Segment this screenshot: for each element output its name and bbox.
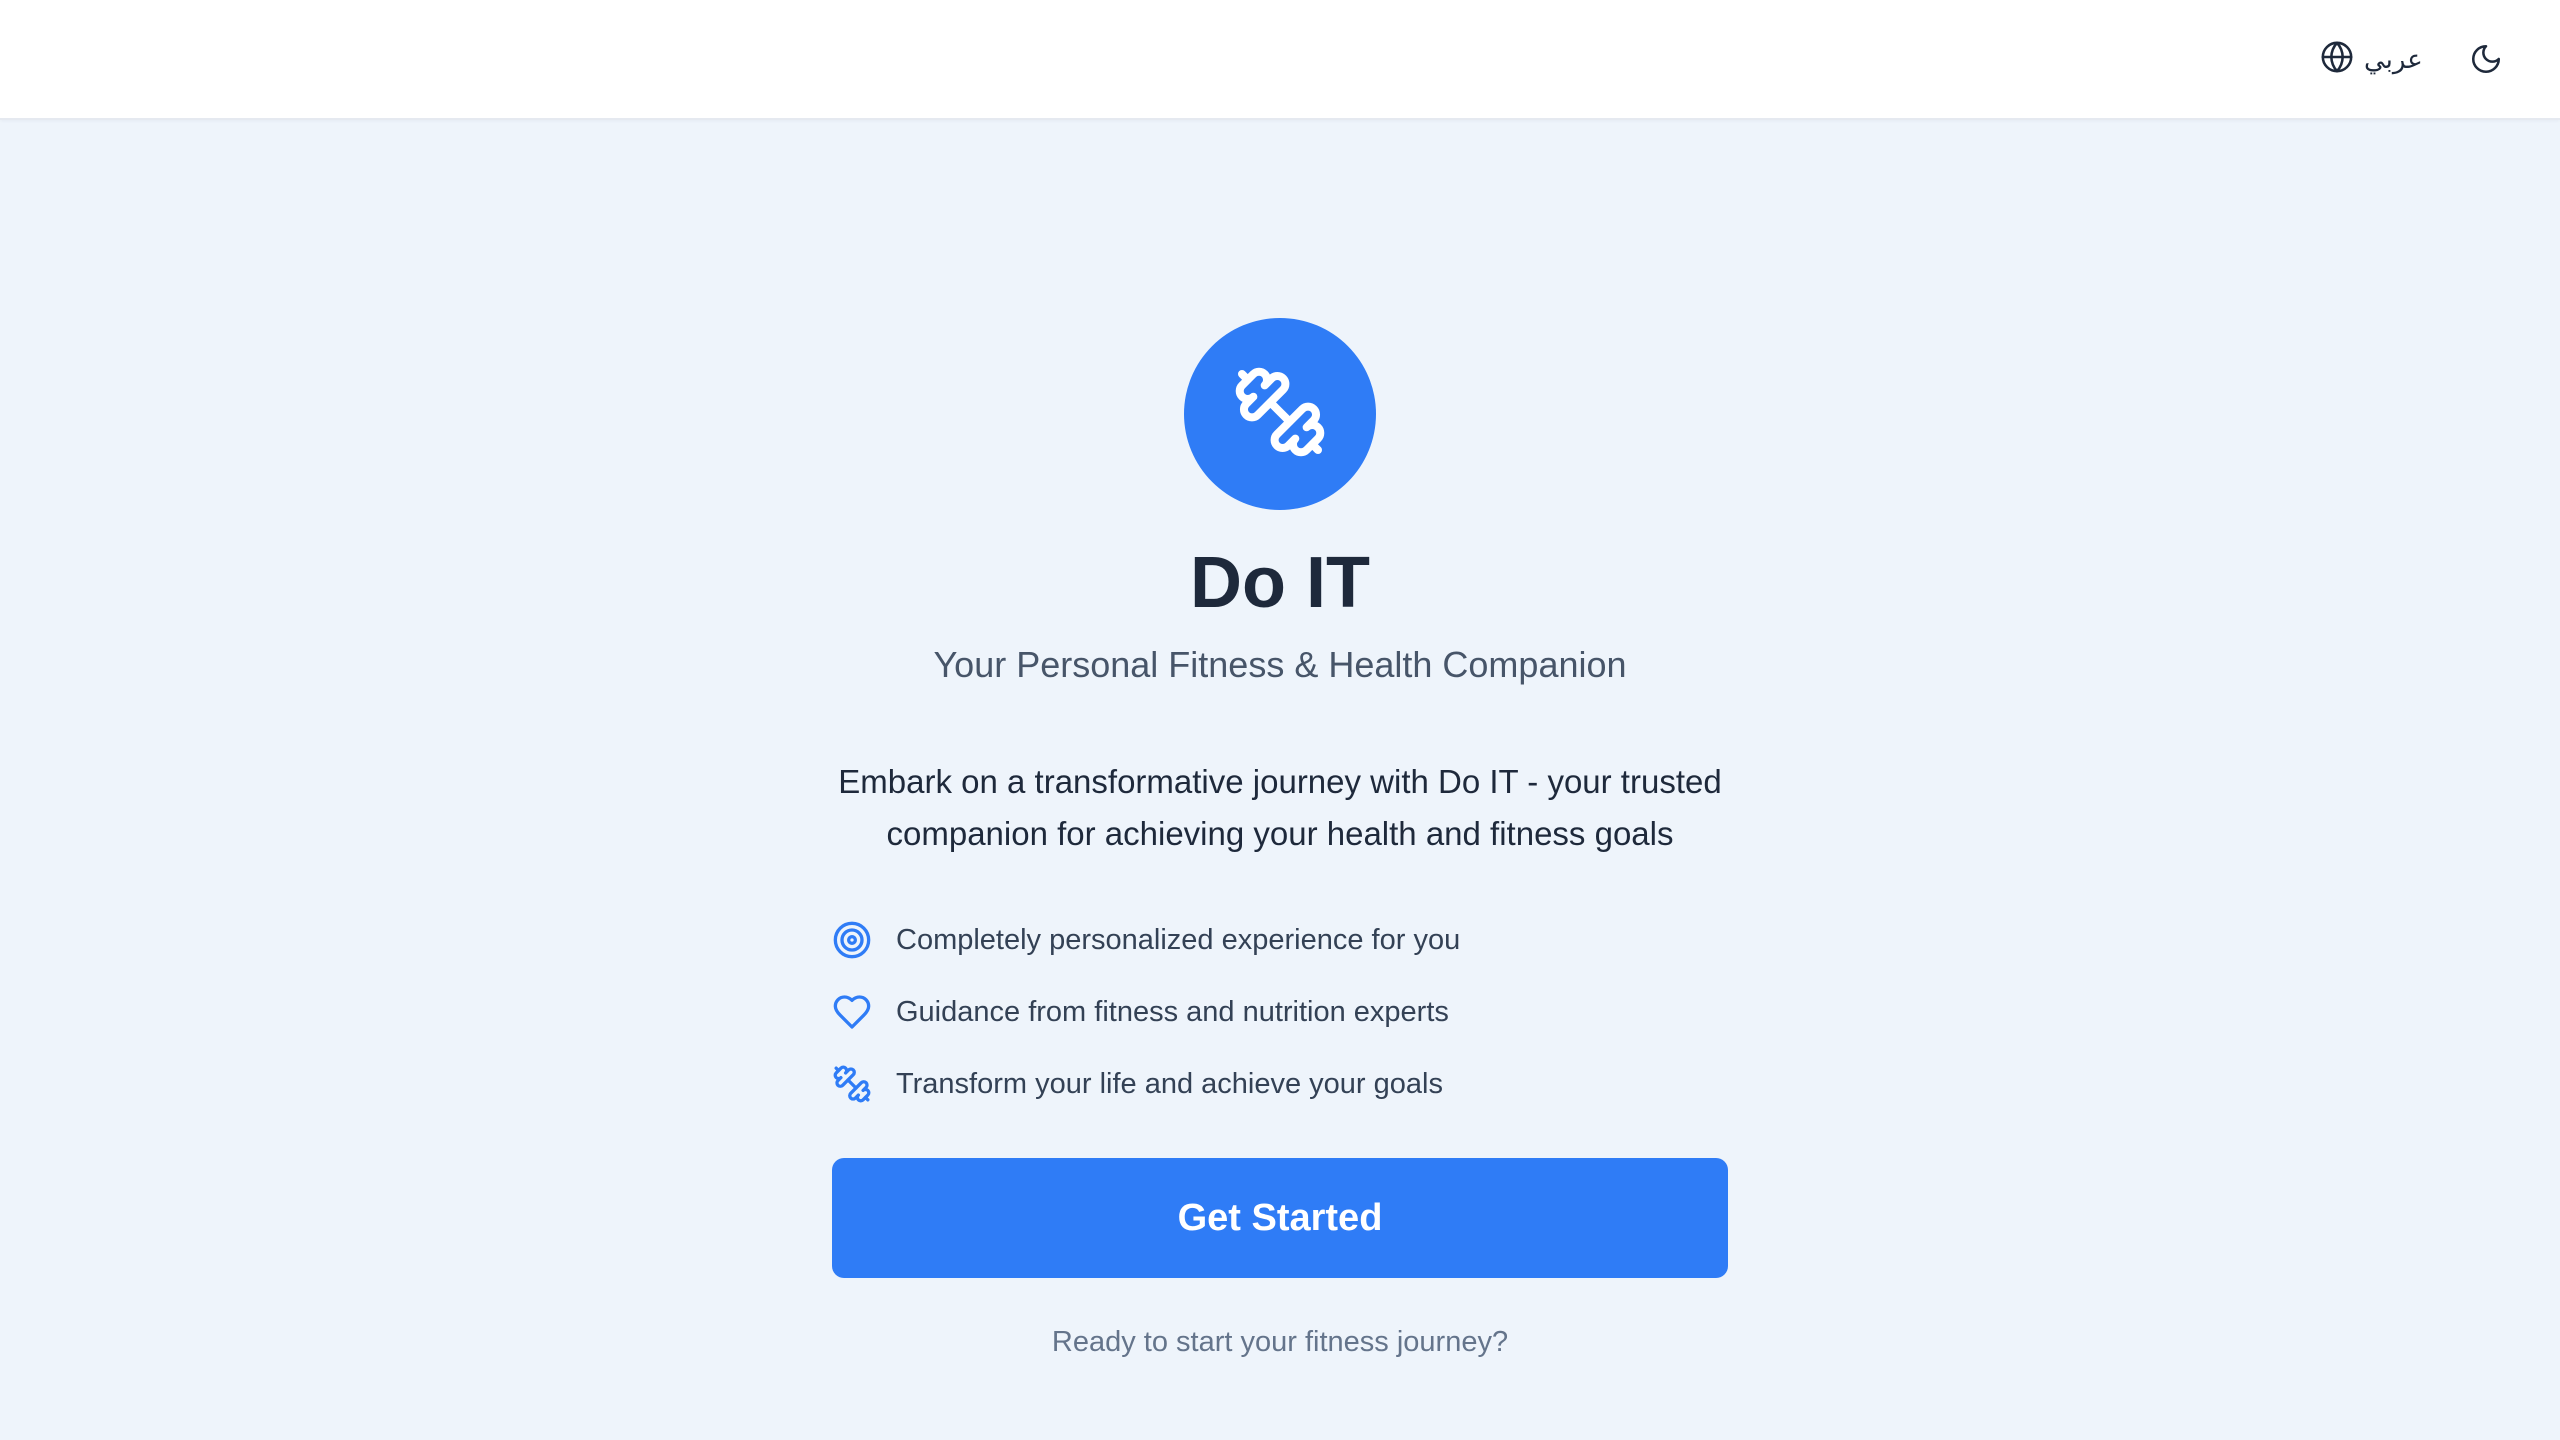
feature-item-guidance: Guidance from fitness and nutrition expe…: [832, 976, 1732, 1048]
app-logo: [1184, 318, 1376, 510]
feature-item-personalized: Completely personalized experience for y…: [832, 904, 1732, 976]
app-tagline: Your Personal Fitness & Health Companion: [933, 644, 1627, 685]
dumbbell-icon: [1232, 364, 1328, 465]
theme-toggle-button[interactable]: [2462, 36, 2510, 84]
dumbbell-icon: [832, 1064, 872, 1104]
get-started-button[interactable]: Get Started: [832, 1158, 1728, 1278]
target-icon: [832, 920, 872, 960]
top-bar: عربي: [0, 0, 2560, 120]
feature-item-transform: Transform your life and achieve your goa…: [832, 1048, 1732, 1120]
globe-icon: [2320, 40, 2354, 81]
moon-icon: [2469, 42, 2503, 79]
feature-list: Completely personalized experience for y…: [832, 904, 1732, 1120]
app-title: Do IT: [1190, 543, 1370, 623]
feature-text: Completely personalized experience for y…: [896, 923, 1461, 956]
feature-text: Transform your life and achieve your goa…: [896, 1067, 1443, 1100]
app-description: Embark on a transformative journey with …: [838, 763, 1722, 852]
cta-subtext: Ready to start your fitness journey?: [1051, 1326, 1509, 1358]
heart-icon: [832, 992, 872, 1032]
language-toggle-button[interactable]: عربي: [2316, 36, 2427, 84]
feature-text: Guidance from fitness and nutrition expe…: [896, 995, 1449, 1028]
language-label: عربي: [2364, 45, 2423, 75]
